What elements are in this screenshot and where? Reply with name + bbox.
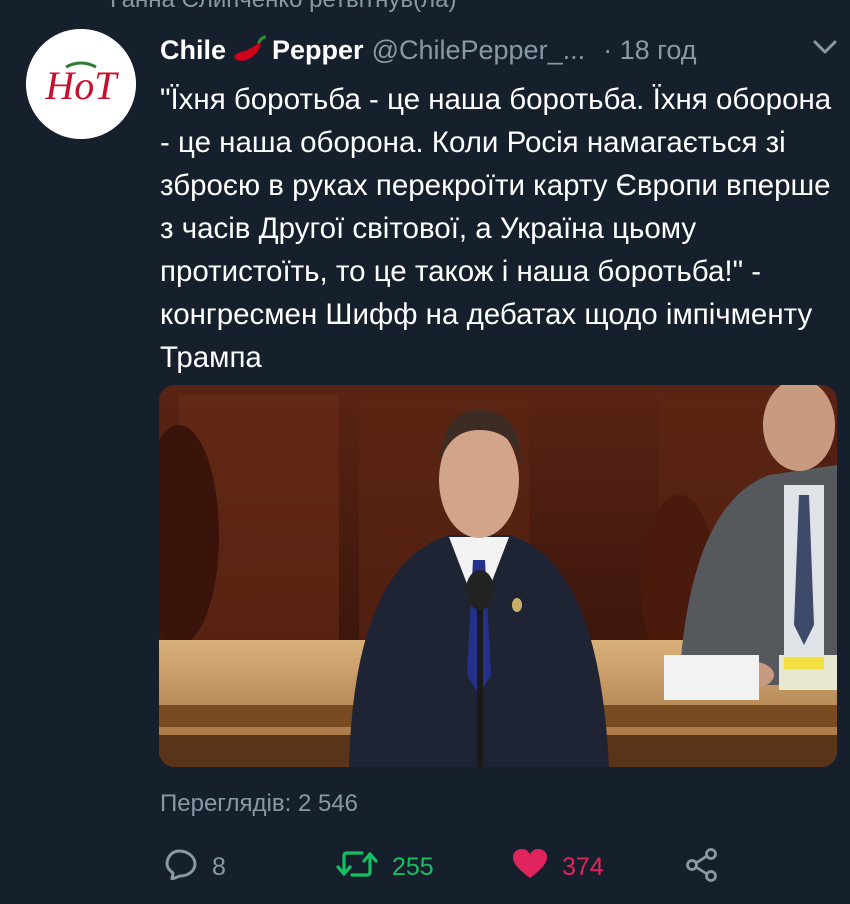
- hot-logo: HoT: [26, 29, 136, 139]
- author-name-first: Chile: [160, 34, 227, 65]
- share-icon: [686, 848, 718, 889]
- tweet-text: "Їхня боротьба - це наша боротьба. Їхня …: [160, 83, 832, 374]
- reply-count: 8: [212, 853, 226, 881]
- retweet-count: 255: [392, 853, 434, 881]
- avatar[interactable]: HoT: [26, 29, 136, 139]
- tweet-header: Chile Pepper @ChilePepper_... · 18 год: [160, 32, 697, 68]
- author-name[interactable]: Chile Pepper: [160, 35, 364, 66]
- retweet-context[interactable]: Ганна Слипченко ретвітнув(ла): [110, 0, 456, 14]
- author-handle[interactable]: @ChilePepper_...: [372, 35, 586, 66]
- retweet-icon: [336, 848, 378, 887]
- reply-icon: [164, 848, 198, 887]
- like-count: 374: [562, 853, 604, 881]
- view-count: Переглядів: 2 546: [160, 790, 358, 817]
- like-button[interactable]: 374: [512, 848, 604, 887]
- chili-pepper-icon: [232, 35, 267, 65]
- tweet-time[interactable]: · 18 год: [603, 35, 696, 66]
- tweet-actions: 8 255 374: [0, 840, 850, 890]
- svg-text:HoT: HoT: [44, 63, 119, 108]
- heart-icon: [512, 848, 548, 887]
- share-button[interactable]: [686, 848, 718, 889]
- chevron-down-icon[interactable]: [812, 38, 838, 61]
- video-frame: [159, 385, 837, 767]
- author-name-second: Pepper: [272, 34, 364, 65]
- reply-button[interactable]: 8: [164, 848, 226, 887]
- tweet-video[interactable]: [159, 385, 837, 767]
- retweet-button[interactable]: 255: [336, 848, 434, 887]
